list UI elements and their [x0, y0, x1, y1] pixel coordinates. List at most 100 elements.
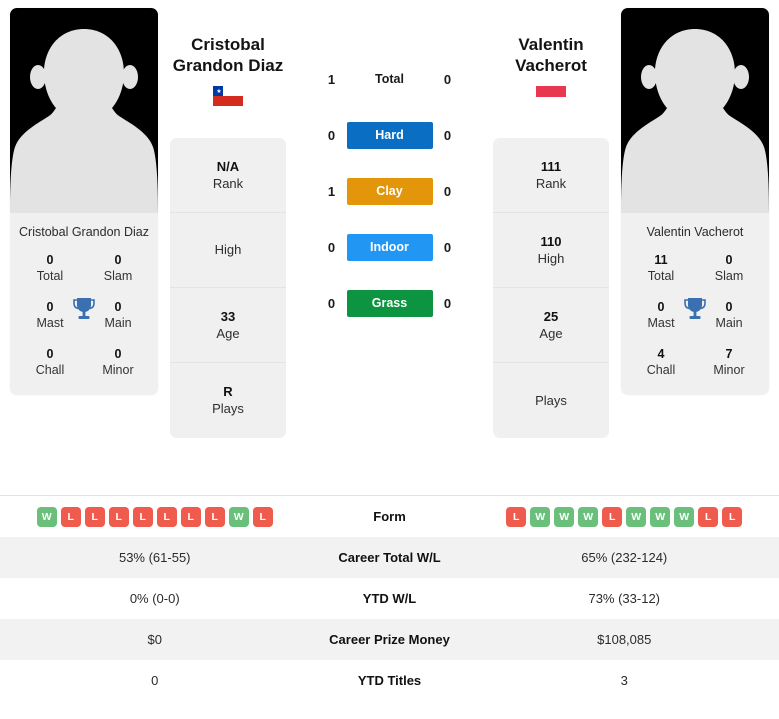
- left-plays-value: R: [223, 384, 233, 399]
- left-age-label: Age: [216, 325, 240, 341]
- right-titles-total-value: 11: [654, 253, 668, 267]
- h2h-total-label: Total: [375, 72, 404, 86]
- left-form-badges: WLLLLLLLWL: [36, 506, 273, 527]
- right-age-value: 25: [543, 308, 559, 324]
- stats-row-ytd-titles: 0 YTD Titles 3: [0, 660, 779, 701]
- h2h-clay-left-value: 1: [327, 183, 336, 199]
- right-form-badges: LWWWLWWWLL: [506, 506, 743, 527]
- comparison-header: Cristobal Grandon Diaz 0 Total 0 Slam 0 …: [0, 0, 779, 484]
- right-attribute-plays: Plays: [493, 363, 609, 438]
- h2h-row-grass: 0 Grass 0: [288, 288, 491, 318]
- form-badge-win: W: [674, 506, 695, 527]
- ytd-wl-right: 73% (33-12): [588, 591, 661, 606]
- right-player-name-line2: Vacherot: [515, 56, 587, 75]
- stats-row-form: WLLLLLLLWL Form LWWWLWWWLL: [0, 496, 779, 537]
- right-high-value: 110: [540, 233, 562, 249]
- left-titles-minor-value: 0: [114, 347, 122, 361]
- right-titles-slam-label: Slam: [714, 269, 744, 283]
- right-titles-slam-value: 0: [725, 253, 733, 267]
- h2h-hard-bar[interactable]: Hard: [346, 121, 433, 149]
- comparison-stats-table: WLLLLLLLWL Form LWWWLWWWLL 53% (61-55) C…: [0, 495, 779, 701]
- h2h-clay-bar[interactable]: Clay: [346, 177, 433, 205]
- form-badge-win: W: [228, 506, 249, 527]
- form-badge-loss: L: [506, 506, 527, 527]
- left-titles-row-3: 0 Chall 0 Minor: [16, 346, 152, 379]
- form-badge-loss: L: [84, 506, 105, 527]
- h2h-indoor-bar[interactable]: Indoor: [346, 233, 433, 261]
- h2h-row-total: 1 Total 0: [288, 64, 491, 94]
- player-silhouette-icon: [621, 29, 769, 213]
- head-to-head-bars: 1 Total 0 0 Hard 0 1 Clay 0 0 Indoor 0 0: [288, 8, 491, 318]
- h2h-row-clay: 1 Clay 0: [288, 176, 491, 206]
- stats-label-career-prize-money: Career Prize Money: [329, 632, 450, 647]
- left-attribute-age: 33 Age: [170, 288, 286, 363]
- h2h-hard-left-value: 0: [327, 127, 336, 143]
- left-plays-label: Plays: [212, 401, 244, 416]
- left-titles-total-value: 0: [46, 253, 54, 267]
- left-attributes-stack: N/A Rank High 33 Age R Plays: [170, 138, 286, 438]
- h2h-total-right-value: 0: [443, 71, 452, 87]
- h2h-row-indoor: 0 Indoor 0: [288, 232, 491, 262]
- left-flag-wrap: ★: [170, 76, 286, 110]
- left-attribute-rank: N/A Rank: [170, 138, 286, 213]
- left-titles-chall-label: Chall: [35, 363, 65, 377]
- form-left: WLLLLLLLWL: [0, 506, 310, 527]
- monaco-flag-icon: [536, 86, 566, 106]
- left-player-card[interactable]: Cristobal Grandon Diaz 0 Total 0 Slam 0 …: [10, 8, 158, 395]
- left-titles-slam-label: Slam: [103, 269, 133, 283]
- stats-label-form: Form: [373, 509, 406, 524]
- form-badge-loss: L: [180, 506, 201, 527]
- form-badge-loss: L: [602, 506, 623, 527]
- right-plays-label: Plays: [535, 392, 567, 408]
- h2h-clay-right-value: 0: [443, 183, 452, 199]
- right-player-name-line1: Valentin: [518, 35, 584, 54]
- form-badge-loss: L: [252, 506, 273, 527]
- player-silhouette-icon: [10, 29, 158, 213]
- right-attribute-age: 25 Age: [493, 288, 609, 363]
- form-badge-loss: L: [132, 506, 153, 527]
- ytd-titles-right: 3: [620, 673, 628, 688]
- right-player-card[interactable]: Valentin Vacherot 11 Total 0 Slam 0 Mast…: [621, 8, 769, 395]
- left-player-name: Cristobal Grandon Diaz: [170, 8, 286, 76]
- h2h-indoor-left-value: 0: [327, 239, 336, 255]
- ytd-titles-left: 0: [151, 673, 159, 688]
- right-attribute-rank: 111 Rank: [493, 138, 609, 213]
- stats-label-ytd-titles: YTD Titles: [357, 673, 422, 688]
- stats-row-career-prize-money: $0 Career Prize Money $108,085: [0, 619, 779, 660]
- left-rank-label: Rank: [212, 175, 244, 191]
- career-prize-money-left: $0: [147, 632, 162, 647]
- left-card-player-name: Cristobal Grandon Diaz: [19, 225, 149, 239]
- left-titles-minor: 0 Minor: [84, 346, 152, 379]
- career-total-wl-left: 53% (61-55): [118, 550, 191, 565]
- left-titles-chall-value: 0: [46, 347, 54, 361]
- form-badge-win: W: [554, 506, 575, 527]
- form-badge-loss: L: [698, 506, 719, 527]
- right-age-label: Age: [539, 325, 563, 341]
- ytd-wl-left: 0% (0-0): [129, 591, 180, 606]
- right-titles-total-label: Total: [647, 269, 675, 283]
- right-titles-row-3: 4 Chall 7 Minor: [627, 346, 763, 379]
- form-badge-win: W: [36, 506, 57, 527]
- right-flag-wrap: [493, 76, 609, 110]
- h2h-indoor-right-value: 0: [443, 239, 452, 255]
- form-badge-loss: L: [204, 506, 225, 527]
- left-attribute-high: High: [170, 213, 286, 288]
- trophy-icon: [684, 298, 706, 319]
- stats-row-ytd-wl: 0% (0-0) YTD W/L 73% (33-12): [0, 578, 779, 619]
- h2h-grass-bar[interactable]: Grass: [346, 289, 433, 317]
- left-titles-minor-label: Minor: [102, 363, 134, 377]
- right-card-player-name: Valentin Vacherot: [646, 225, 744, 239]
- right-titles-total: 11 Total: [627, 252, 695, 285]
- right-titles-grid: 11 Total 0 Slam 0 Mast 0 Main 4 Chall 7 …: [621, 250, 769, 395]
- right-titles-row-1: 11 Total 0 Slam: [627, 252, 763, 285]
- right-titles-minor-label: Minor: [713, 363, 745, 377]
- form-badge-loss: L: [722, 506, 743, 527]
- h2h-row-hard: 0 Hard 0: [288, 120, 491, 150]
- form-badge-win: W: [578, 506, 599, 527]
- left-player-card-column: Cristobal Grandon Diaz 0 Total 0 Slam 0 …: [0, 8, 168, 395]
- right-player-info-column: Valentin Vacherot 111 Rank 110 High 25 A…: [491, 8, 611, 438]
- right-player-card-column: Valentin Vacherot 11 Total 0 Slam 0 Mast…: [611, 8, 779, 395]
- right-attribute-high: 110 High: [493, 213, 609, 288]
- left-high-label: High: [214, 242, 242, 257]
- h2h-grass-right-value: 0: [443, 295, 452, 311]
